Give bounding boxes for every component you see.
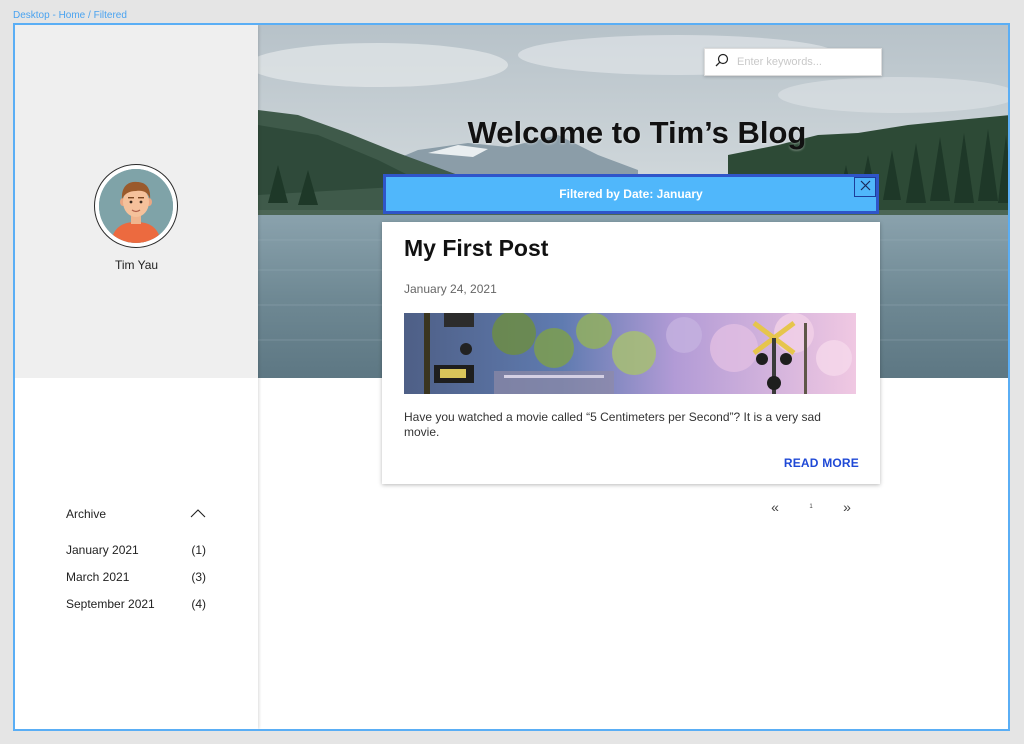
- desktop-frame: Tim Yau Archive January 2021 (1) March 2…: [13, 23, 1010, 731]
- archive-item-count: (3): [191, 569, 206, 584]
- post-date: January 24, 2021: [404, 282, 497, 296]
- pagination-prev-button[interactable]: «: [765, 499, 785, 515]
- profile-name: Tim Yau: [114, 258, 159, 272]
- profile-section: Tim Yau: [15, 25, 258, 378]
- avatar: [94, 164, 178, 248]
- sidebar: Tim Yau Archive January 2021 (1) March 2…: [15, 25, 258, 729]
- archive-section: Archive January 2021 (1) March 2021 (3) …: [66, 504, 206, 617]
- pagination-next-button[interactable]: »: [837, 499, 857, 515]
- archive-title: Archive: [66, 507, 107, 521]
- close-icon[interactable]: [860, 180, 871, 194]
- archive-item-label: September 2021: [66, 596, 155, 611]
- pagination-page-1[interactable]: 1: [785, 504, 837, 510]
- filter-banner: Filtered by Date: January: [383, 174, 879, 214]
- archive-item-label: January 2021: [66, 542, 139, 557]
- page-title: Welcome to Tim’s Blog: [467, 115, 807, 150]
- post-image: [404, 313, 856, 394]
- archive-item-march-2021[interactable]: March 2021 (3): [66, 563, 206, 590]
- search-input[interactable]: [737, 56, 867, 68]
- archive-item-september-2021[interactable]: September 2021 (4): [66, 590, 206, 617]
- chevron-up-icon[interactable]: [190, 506, 206, 522]
- post-title[interactable]: My First Post: [404, 235, 548, 262]
- archive-item-count: (4): [191, 596, 206, 611]
- read-more-link[interactable]: READ MORE: [784, 456, 859, 470]
- close-filter-button[interactable]: [854, 177, 876, 197]
- filter-banner-text: Filtered by Date: January: [559, 187, 703, 201]
- user-avatar-icon: [99, 169, 173, 243]
- archive-item-count: (1): [191, 542, 206, 557]
- archive-item-january-2021[interactable]: January 2021 (1): [66, 536, 206, 563]
- archive-header[interactable]: Archive: [66, 504, 206, 524]
- frame-label: Desktop - Home / Filtered: [13, 10, 127, 21]
- pagination: « 1 »: [765, 499, 857, 515]
- search-icon[interactable]: [715, 53, 729, 72]
- search-box[interactable]: [704, 48, 882, 76]
- post-card: My First Post January 24, 2021 Have you …: [382, 222, 880, 484]
- post-excerpt: Have you watched a movie called “5 Centi…: [404, 410, 821, 439]
- archive-item-label: March 2021: [66, 569, 130, 584]
